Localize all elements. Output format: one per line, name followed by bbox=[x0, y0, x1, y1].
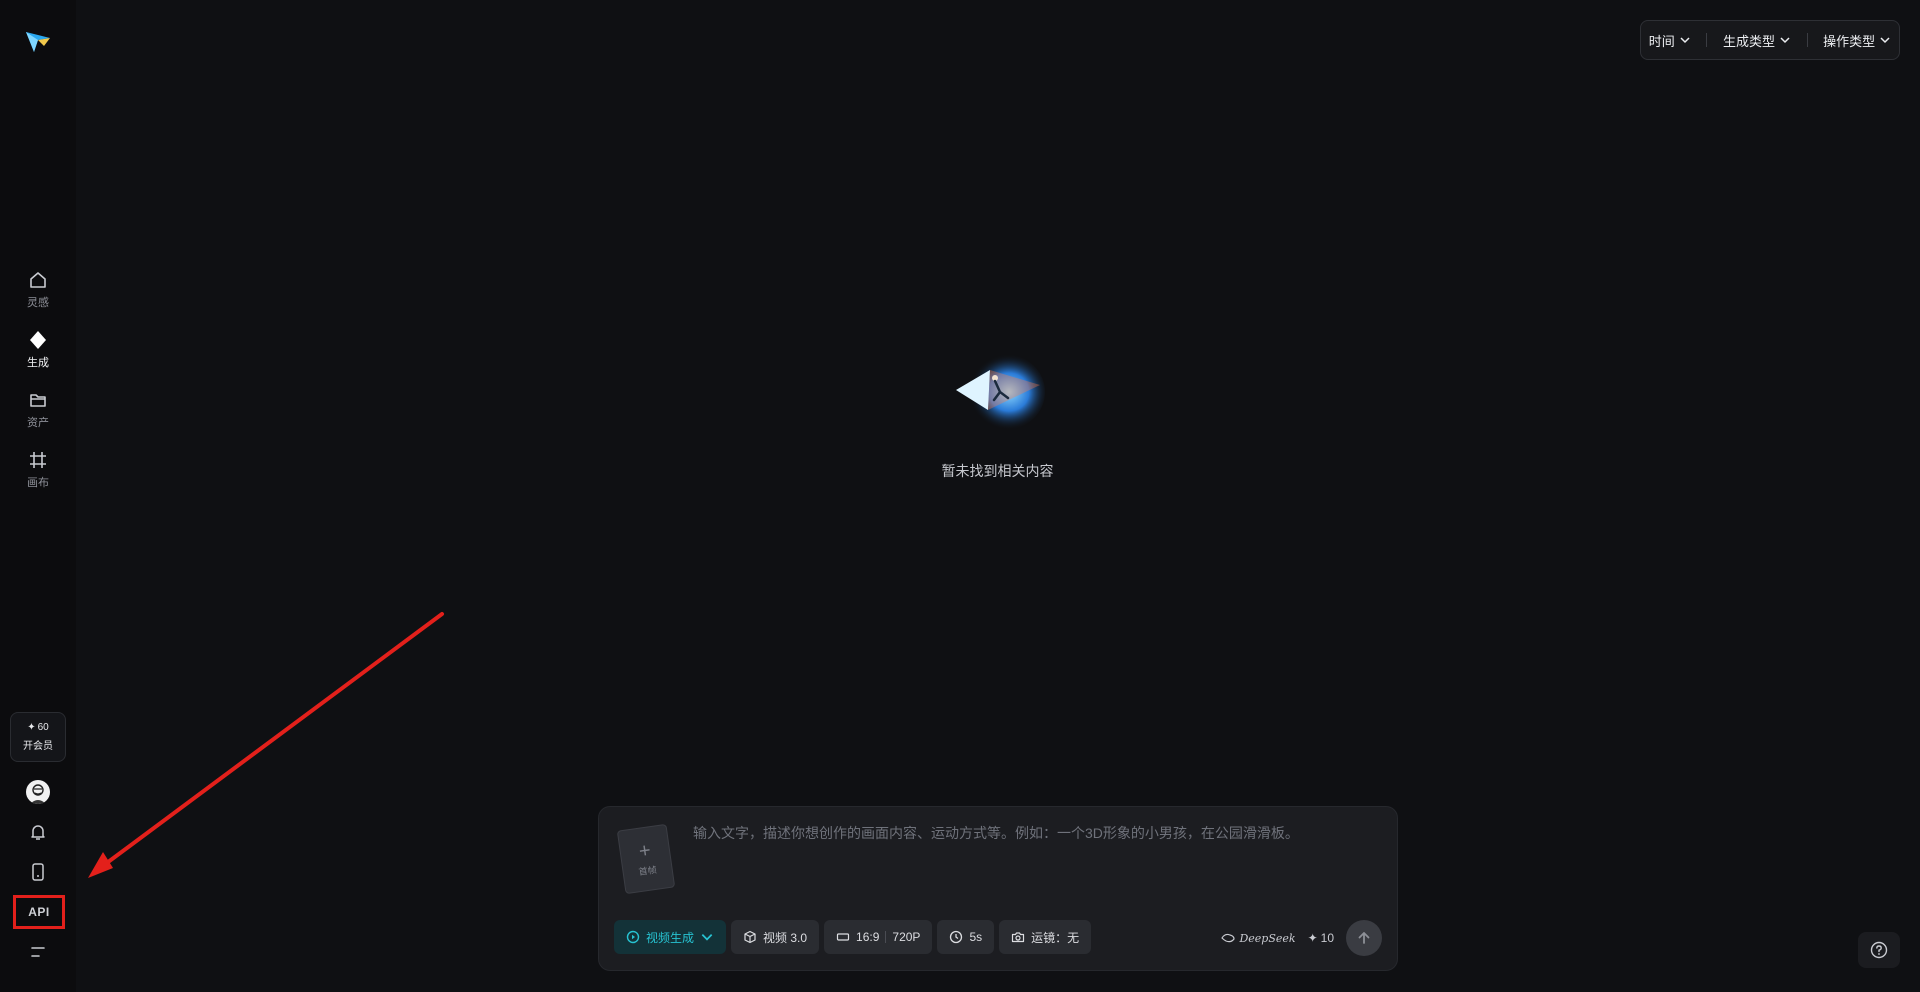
clock-icon bbox=[950, 930, 963, 944]
filter-operation-type-dropdown[interactable]: 操作类型 bbox=[1823, 31, 1891, 50]
generation-cost: ✦ 10 bbox=[1308, 931, 1334, 945]
resolution-label: 720P bbox=[892, 930, 921, 944]
nav-item-assets[interactable]: 资产 bbox=[0, 390, 76, 442]
deepseek-label: DeepSeek bbox=[1239, 931, 1296, 945]
empty-state-illustration bbox=[956, 354, 1045, 430]
star-icon: ✦ bbox=[1307, 931, 1318, 945]
bell-icon[interactable] bbox=[28, 822, 48, 842]
filter-label: 操作类型 bbox=[1823, 33, 1876, 49]
cube-icon bbox=[744, 930, 756, 944]
ratio-label: 16:9 bbox=[856, 930, 880, 944]
video-play-icon bbox=[626, 930, 640, 944]
model-label: 视频 3.0 bbox=[763, 930, 808, 945]
api-button[interactable]: API bbox=[13, 895, 65, 929]
prompt-composer: + 首帧 视频生成 视频 3.0 16:9 720P 5s 运镜：无 bbox=[598, 806, 1398, 971]
filter-label: 生成类型 bbox=[1722, 33, 1775, 49]
nav-label: 生成 bbox=[27, 357, 49, 369]
mode-dropdown[interactable]: 视频生成 bbox=[614, 920, 727, 954]
crop-grid-icon bbox=[30, 452, 46, 468]
send-button[interactable] bbox=[1346, 920, 1382, 956]
arrow-up-icon bbox=[1358, 932, 1370, 944]
filter-time-dropdown[interactable]: 时间 bbox=[1649, 31, 1691, 50]
camera-icon bbox=[1012, 932, 1025, 943]
menu-collapse-icon[interactable] bbox=[28, 942, 48, 962]
app-logo-icon[interactable] bbox=[24, 26, 52, 54]
plus-icon: + bbox=[637, 838, 653, 863]
empty-state-text: 暂未找到相关内容 bbox=[941, 463, 1054, 479]
nav-item-inspiration[interactable]: 灵感 bbox=[0, 270, 76, 322]
help-icon bbox=[1870, 941, 1888, 959]
chevron-down-icon bbox=[701, 934, 713, 941]
divider bbox=[1806, 33, 1808, 47]
vip-membership-button[interactable]: ✦ 60 开会员 bbox=[10, 712, 66, 762]
divider bbox=[885, 931, 887, 943]
star-icon: ✦ bbox=[27, 722, 36, 733]
user-avatar-icon bbox=[30, 784, 46, 804]
vip-label: 开会员 bbox=[23, 741, 53, 752]
deepseek-toggle[interactable]: DeepSeek bbox=[1221, 931, 1296, 945]
help-button[interactable] bbox=[1858, 932, 1900, 968]
nav-item-canvas[interactable]: 画布 bbox=[0, 450, 76, 502]
divider bbox=[1706, 33, 1708, 47]
filter-generation-type-dropdown[interactable]: 生成类型 bbox=[1723, 31, 1791, 50]
nav-item-generate[interactable]: 生成 bbox=[0, 330, 76, 382]
folder-icon bbox=[30, 394, 46, 407]
filter-bar: 时间 生成类型 操作类型 bbox=[1640, 20, 1900, 60]
model-selector[interactable]: 视频 3.0 bbox=[731, 920, 820, 954]
first-frame-label: 首帧 bbox=[637, 864, 658, 877]
mode-label: 视频生成 bbox=[646, 930, 695, 945]
whale-icon bbox=[1221, 933, 1236, 943]
chevron-down-icon bbox=[1780, 37, 1790, 44]
aspect-resolution-selector[interactable]: 16:9 720P bbox=[824, 920, 933, 954]
home-icon bbox=[30, 272, 46, 288]
nav-label: 画布 bbox=[27, 477, 49, 489]
prompt-input[interactable] bbox=[691, 821, 1375, 875]
chevron-down-icon bbox=[1680, 37, 1690, 44]
nav-label: 灵感 bbox=[27, 297, 49, 309]
generation-options: 视频生成 视频 3.0 16:9 720P 5s 运镜：无 bbox=[614, 920, 1092, 954]
camera-movement-selector[interactable]: 运镜：无 bbox=[999, 920, 1092, 954]
cost-value: 10 bbox=[1320, 931, 1334, 945]
duration-selector[interactable]: 5s bbox=[937, 920, 995, 954]
duration-label: 5s bbox=[969, 930, 983, 944]
sparkle-icon bbox=[30, 331, 46, 349]
filter-label: 时间 bbox=[1648, 33, 1675, 49]
composer-actions: DeepSeek ✦ 10 bbox=[1221, 920, 1382, 956]
chevron-down-icon bbox=[1880, 37, 1890, 44]
sidebar: 灵感 生成 资产 画布 ✦ 60 开会员 API bbox=[0, 0, 76, 992]
avatar[interactable] bbox=[26, 780, 50, 804]
aspect-ratio-icon bbox=[836, 933, 850, 941]
mobile-device-icon[interactable] bbox=[28, 862, 48, 882]
first-frame-upload[interactable]: + 首帧 bbox=[616, 823, 676, 895]
camera-label: 运镜：无 bbox=[1031, 930, 1080, 945]
nav-label: 资产 bbox=[27, 417, 49, 429]
credits-value: 60 bbox=[37, 722, 49, 733]
credits-balance: ✦ 60 bbox=[27, 722, 49, 733]
